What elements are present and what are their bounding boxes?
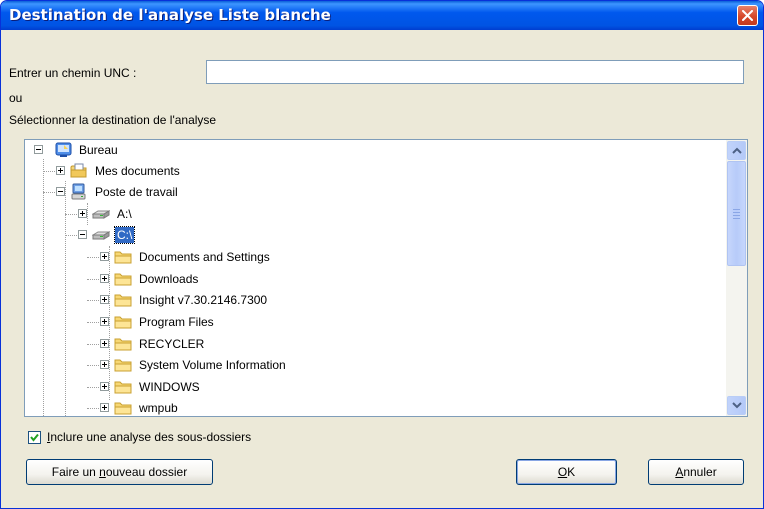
close-button[interactable] bbox=[737, 5, 758, 26]
tree-label-drive-c: C:\ bbox=[113, 226, 136, 244]
chevron-down-icon bbox=[732, 402, 742, 409]
cancel-button[interactable]: Annuler bbox=[648, 459, 744, 485]
close-icon bbox=[742, 10, 753, 21]
scroll-thumb[interactable] bbox=[727, 161, 746, 266]
tree-label-folder: RECYCLER bbox=[139, 337, 205, 351]
folder-icon bbox=[114, 313, 132, 331]
drive-icon bbox=[92, 226, 110, 244]
tree-label-mes-documents: Mes documents bbox=[95, 164, 180, 178]
expand-toggle[interactable] bbox=[100, 295, 109, 304]
folder-icon bbox=[114, 335, 132, 353]
title-bar[interactable]: Destination de l'analyse Liste blanche bbox=[1, 1, 763, 30]
tree-label-folder: Downloads bbox=[139, 272, 199, 286]
folder-icon bbox=[114, 270, 132, 288]
include-subfolders-label[interactable]: Inclure une analyse des sous-dossiers bbox=[47, 430, 251, 444]
dialog-content: Entrer un chemin UNC : ou Sélectionner l… bbox=[4, 30, 760, 506]
select-destination-label: Sélectionner la destination de l'analyse bbox=[9, 113, 217, 127]
collapse-toggle[interactable] bbox=[78, 230, 87, 239]
checkmark-icon bbox=[30, 433, 39, 442]
unc-path-input[interactable] bbox=[206, 60, 744, 84]
tree-label-drive-a: A:\ bbox=[117, 207, 132, 221]
folder-tree[interactable]: Bureau Mes documents Poste de travail A:… bbox=[24, 139, 748, 417]
tree-label-folder: Documents and Settings bbox=[139, 250, 270, 264]
expand-toggle[interactable] bbox=[100, 360, 109, 369]
window-title: Destination de l'analyse Liste blanche bbox=[9, 6, 331, 24]
my-computer-icon bbox=[70, 183, 88, 201]
my-documents-icon bbox=[70, 162, 88, 180]
drive-icon bbox=[92, 205, 110, 223]
expand-toggle[interactable] bbox=[56, 166, 65, 175]
tree-label-folder: wmpub bbox=[139, 401, 178, 415]
folder-icon bbox=[114, 399, 132, 416]
tree-label-folder: System Volume Information bbox=[139, 358, 286, 372]
desktop-icon bbox=[55, 141, 73, 159]
tree-label-folder: Insight v7.30.2146.7300 bbox=[139, 293, 268, 307]
collapse-toggle[interactable] bbox=[56, 187, 65, 196]
tree-label-folder: WINDOWS bbox=[139, 380, 200, 394]
collapse-toggle[interactable] bbox=[34, 145, 43, 154]
scroll-down-button[interactable] bbox=[727, 396, 746, 415]
expand-toggle[interactable] bbox=[100, 339, 109, 348]
folder-icon bbox=[114, 291, 132, 309]
expand-toggle[interactable] bbox=[100, 317, 109, 326]
folder-icon bbox=[114, 248, 132, 266]
or-label: ou bbox=[9, 91, 23, 105]
ok-button[interactable]: OK bbox=[516, 459, 617, 485]
tree-label-folder: Program Files bbox=[139, 315, 214, 329]
expand-toggle[interactable] bbox=[100, 252, 109, 261]
folder-icon bbox=[114, 356, 132, 374]
expand-toggle[interactable] bbox=[100, 403, 109, 412]
expand-toggle[interactable] bbox=[100, 274, 109, 283]
new-folder-button[interactable]: Faire un nouveau dossier bbox=[26, 459, 213, 485]
tree-label-poste-de-travail: Poste de travail bbox=[95, 185, 178, 199]
dialog-window: Destination de l'analyse Liste blanche E… bbox=[0, 0, 764, 509]
unc-label: Entrer un chemin UNC : bbox=[9, 66, 137, 80]
expand-toggle[interactable] bbox=[100, 382, 109, 391]
tree-label-bureau: Bureau bbox=[79, 143, 118, 157]
expand-toggle[interactable] bbox=[78, 209, 87, 218]
folder-icon bbox=[114, 378, 132, 396]
folder-tree-content: Bureau Mes documents Poste de travail A:… bbox=[25, 140, 726, 416]
include-subfolders-checkbox[interactable] bbox=[28, 431, 41, 444]
chevron-up-icon bbox=[732, 147, 742, 154]
vertical-scrollbar[interactable] bbox=[726, 140, 747, 416]
scroll-up-button[interactable] bbox=[727, 141, 746, 160]
